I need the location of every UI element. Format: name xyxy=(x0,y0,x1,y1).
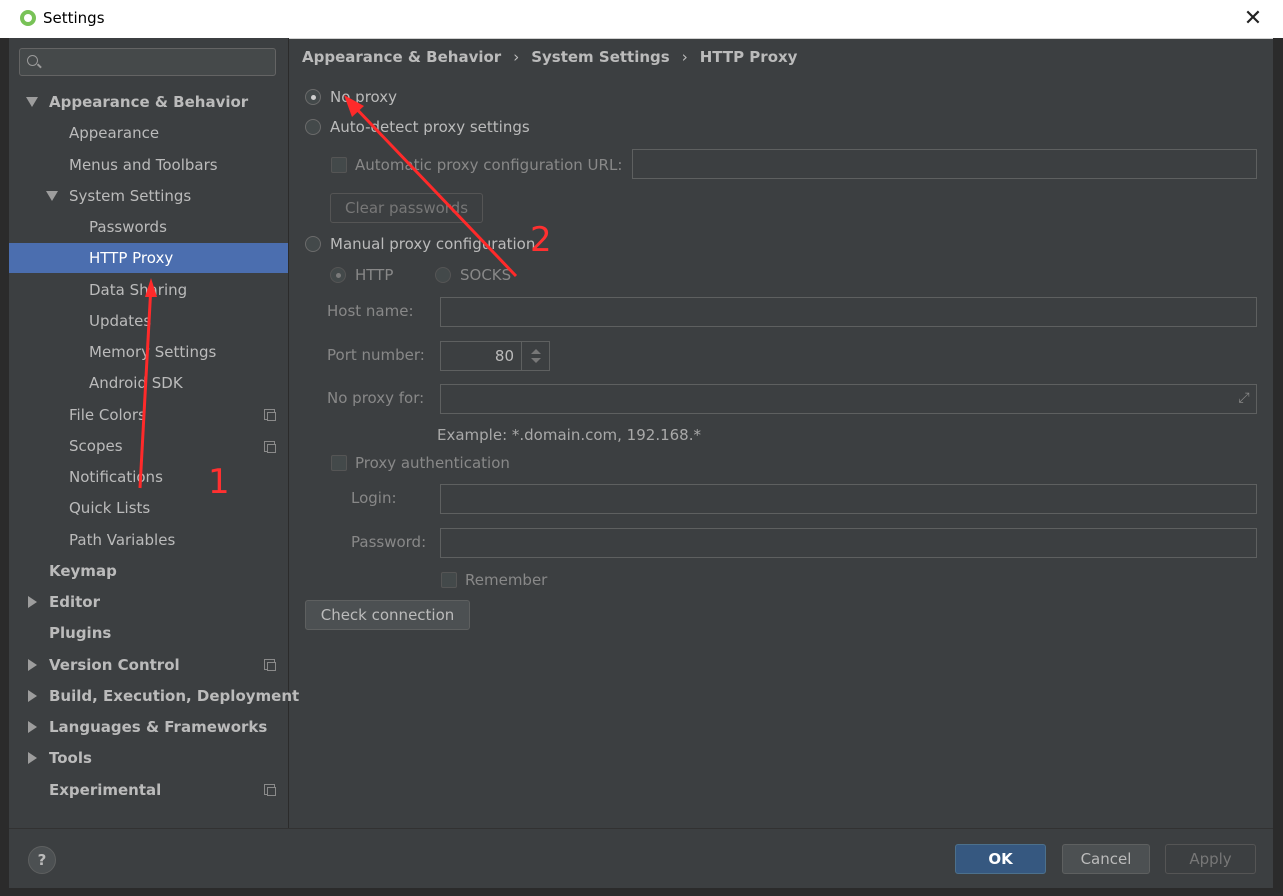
sidebar-item-menus-toolbars[interactable]: Menus and Toolbars xyxy=(69,150,218,180)
breadcrumb-item: Appearance & Behavior xyxy=(302,48,502,66)
no-proxy-radio[interactable] xyxy=(305,89,321,105)
password-label: Password: xyxy=(351,533,427,551)
cancel-button[interactable]: Cancel xyxy=(1062,844,1150,874)
sidebar-item-file-colors[interactable]: File Colors xyxy=(69,400,146,430)
sidebar-item-scopes[interactable]: Scopes xyxy=(69,431,123,461)
background-window-edge xyxy=(0,38,9,896)
collapse-caret-icon[interactable] xyxy=(28,721,37,733)
check-connection-button[interactable]: Check connection xyxy=(305,600,470,630)
background-window-edge xyxy=(0,888,1283,896)
expand-icon[interactable]: ⤢ xyxy=(1236,390,1252,406)
project-level-icon xyxy=(264,409,276,421)
manual-proxy-radio[interactable] xyxy=(305,236,321,252)
breadcrumb-item: HTTP Proxy xyxy=(699,48,798,66)
sidebar-item-appearance[interactable]: Appearance xyxy=(69,118,159,148)
android-studio-icon xyxy=(20,10,36,26)
host-name-label: Host name: xyxy=(327,302,414,320)
chevron-up-icon[interactable] xyxy=(531,349,541,354)
expand-caret-icon[interactable] xyxy=(46,191,58,201)
sidebar-item-keymap[interactable]: Keymap xyxy=(49,556,117,586)
annotation-number-1: 1 xyxy=(208,462,230,502)
sidebar-item-http-proxy[interactable]: HTTP Proxy xyxy=(9,243,288,273)
port-stepper[interactable] xyxy=(521,341,550,371)
port-number-label: Port number: xyxy=(327,346,425,364)
no-proxy-label[interactable]: No proxy xyxy=(330,88,397,106)
sidebar-item-system-settings[interactable]: System Settings xyxy=(69,181,191,211)
remember-label: Remember xyxy=(465,571,548,589)
chevron-right-icon: › xyxy=(681,48,688,66)
port-number-field[interactable]: 80 xyxy=(440,341,522,371)
socks-radio[interactable] xyxy=(435,267,451,283)
sidebar-item-editor[interactable]: Editor xyxy=(49,587,100,617)
auto-detect-radio[interactable] xyxy=(305,119,321,135)
sidebar-item-quick-lists[interactable]: Quick Lists xyxy=(69,493,150,523)
background-window-edge xyxy=(1273,38,1283,896)
help-button[interactable]: ? xyxy=(28,846,56,874)
sidebar-item-notifications[interactable]: Notifications xyxy=(69,462,163,492)
proxy-auth-checkbox[interactable] xyxy=(331,455,347,471)
sidebar-item-android-sdk[interactable]: Android SDK xyxy=(89,368,183,398)
no-proxy-for-field[interactable] xyxy=(440,384,1257,414)
password-field[interactable] xyxy=(440,528,1257,558)
sidebar-item-tools[interactable]: Tools xyxy=(49,743,92,773)
window-title: Settings xyxy=(43,9,105,27)
collapse-caret-icon[interactable] xyxy=(28,752,37,764)
ok-button[interactable]: OK xyxy=(955,844,1046,874)
sidebar-item-data-sharing[interactable]: Data Sharing xyxy=(89,275,187,305)
proxy-auth-label: Proxy authentication xyxy=(355,454,510,472)
sidebar-item-languages-frameworks[interactable]: Languages & Frameworks xyxy=(49,712,267,742)
example-hint: Example: *.domain.com, 192.168.* xyxy=(437,426,701,444)
sidebar-item-path-variables[interactable]: Path Variables xyxy=(69,525,175,555)
sidebar-item-memory-settings[interactable]: Memory Settings xyxy=(89,337,216,367)
login-field[interactable] xyxy=(440,484,1257,514)
login-label: Login: xyxy=(351,489,397,507)
collapse-caret-icon[interactable] xyxy=(28,690,37,702)
socks-label: SOCKS xyxy=(460,266,512,284)
sidebar-item-build-execution-deployment[interactable]: Build, Execution, Deployment xyxy=(49,681,299,711)
collapse-caret-icon[interactable] xyxy=(28,659,37,671)
sidebar-item-experimental[interactable]: Experimental xyxy=(49,775,161,805)
auto-config-url-field[interactable] xyxy=(632,149,1257,179)
annotation-number-2: 2 xyxy=(530,220,552,260)
project-level-icon xyxy=(264,441,276,453)
sidebar-item-plugins[interactable]: Plugins xyxy=(49,618,111,648)
auto-config-url-checkbox[interactable] xyxy=(331,157,347,173)
window-titlebar: Settings ✕ xyxy=(0,0,1283,39)
sidebar-item-updates[interactable]: Updates xyxy=(89,306,151,336)
project-level-icon xyxy=(264,784,276,796)
close-icon[interactable]: ✕ xyxy=(1238,4,1268,34)
auto-config-url-label: Automatic proxy configuration URL: xyxy=(355,156,623,174)
search-input[interactable] xyxy=(19,48,276,76)
host-name-field[interactable] xyxy=(440,297,1257,327)
search-icon xyxy=(27,55,38,66)
no-proxy-for-label: No proxy for: xyxy=(327,389,425,407)
http-label: HTTP xyxy=(355,266,394,284)
sidebar-item-appearance-behavior[interactable]: Appearance & Behavior xyxy=(49,87,248,117)
breadcrumb-item: System Settings xyxy=(531,48,670,66)
apply-button[interactable]: Apply xyxy=(1165,844,1256,874)
manual-proxy-label[interactable]: Manual proxy configuration xyxy=(330,235,535,253)
chevron-right-icon: › xyxy=(513,48,520,66)
collapse-caret-icon[interactable] xyxy=(28,596,37,608)
breadcrumb: Appearance & Behavior › System Settings › HT… xyxy=(302,48,797,70)
project-level-icon xyxy=(264,659,276,671)
auto-detect-label[interactable]: Auto-detect proxy settings xyxy=(330,118,530,136)
expand-caret-icon[interactable] xyxy=(26,97,38,107)
sidebar-item-passwords[interactable]: Passwords xyxy=(89,212,167,242)
remember-checkbox[interactable] xyxy=(441,572,457,588)
http-radio[interactable] xyxy=(330,267,346,283)
chevron-down-icon[interactable] xyxy=(531,358,541,363)
clear-passwords-button[interactable]: Clear passwords xyxy=(330,193,483,223)
sidebar-item-version-control[interactable]: Version Control xyxy=(49,650,180,680)
